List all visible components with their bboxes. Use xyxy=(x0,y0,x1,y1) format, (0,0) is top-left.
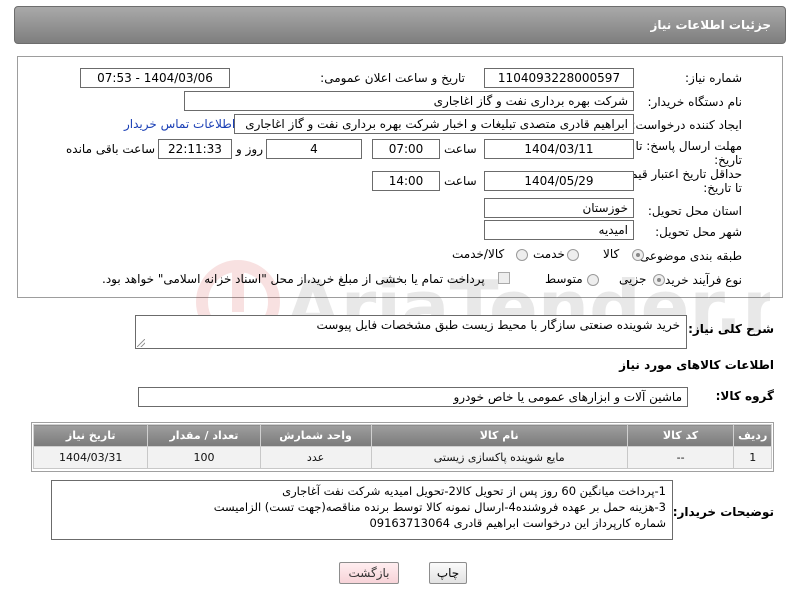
price-validity-time-field[interactable]: 14:00 xyxy=(372,171,440,191)
table-header-row: ردیف کد کالا نام کالا واحد شمارش تعداد /… xyxy=(32,424,772,447)
description-textarea[interactable]: خرید شوینده صنعتی سازگار با محیط زیست طب… xyxy=(135,315,687,349)
need-number-label: شماره نیاز: xyxy=(685,71,742,85)
category-radio-goods-service[interactable] xyxy=(516,249,528,261)
col-row-header: ردیف xyxy=(733,424,772,447)
process-radio-medium[interactable] xyxy=(587,274,599,286)
reply-time-field[interactable]: 07:00 xyxy=(372,139,440,159)
price-validity-date-field[interactable]: 1404/05/29 xyxy=(484,171,634,191)
buyer-notes-line-1: 1-پرداخت میانگین 60 روز پس از تحویل کالا… xyxy=(282,484,666,498)
process-radio-minor[interactable] xyxy=(653,274,665,286)
category-option-service: خدمت xyxy=(533,247,565,261)
buyer-notes-textarea[interactable]: 1-پرداخت میانگین 60 روز پس از تحویل کالا… xyxy=(51,480,673,540)
category-radio-service[interactable] xyxy=(567,249,579,261)
province-field[interactable]: خوزستان xyxy=(484,198,634,218)
table-row[interactable]: 1 -- مایع شوینده پاکسازی زیستی عدد 100 1… xyxy=(32,446,772,469)
buyer-notes-line-3: شماره کارپرداز این درخواست ابراهیم قادری… xyxy=(369,516,666,530)
announce-datetime-label: تاریخ و ساعت اعلان عمومی: xyxy=(320,71,465,85)
cell-code: -- xyxy=(626,446,735,469)
page-header: جزئیات اطلاعات نیاز xyxy=(14,6,786,44)
treasury-payment-note: پرداخت تمام یا بخشی از مبلغ خرید،از محل … xyxy=(102,272,485,286)
buyer-org-field[interactable]: شرکت بهره برداری نفت و گاز اغاجاری xyxy=(184,91,634,111)
reply-days-label: روز و xyxy=(236,142,263,156)
goods-group-label: گروه کالا: xyxy=(715,389,774,403)
price-validity-label-2: تا تاریخ: xyxy=(703,181,742,195)
page-title: جزئیات اطلاعات نیاز xyxy=(650,18,771,32)
goods-group-field[interactable]: ماشین آلات و ابزارهای عمومی یا خاص خودرو xyxy=(138,387,688,407)
category-radio-goods[interactable] xyxy=(632,249,644,261)
buyer-notes-label: توضیحات خریدار: xyxy=(672,505,774,519)
category-option-goods-service: کالا/خدمت xyxy=(452,247,505,261)
col-unit-header: واحد شمارش xyxy=(259,424,372,447)
col-code-header: کد کالا xyxy=(626,424,735,447)
price-validity-time-label: ساعت xyxy=(444,174,477,188)
goods-info-title: اطلاعات کالاهای مورد نیاز xyxy=(619,358,774,372)
price-validity-label-1: حداقل تاریخ اعتبار قیمت: xyxy=(615,167,742,181)
announce-datetime-field[interactable]: 1404/03/06 - 07:53 xyxy=(80,68,230,88)
requester-field[interactable]: ابراهیم قادری متصدی تبلیغات و اخبار شرکت… xyxy=(234,114,634,134)
province-label: استان محل تحویل: xyxy=(647,204,742,218)
cell-name: مایع شوینده پاکسازی زیستی xyxy=(370,446,628,469)
buyer-org-label: نام دستگاه خریدار: xyxy=(647,95,743,109)
col-qty-header: تعداد / مقدار xyxy=(147,424,261,447)
buyer-contact-link[interactable]: اطلاعات تماس خریدار xyxy=(124,117,235,131)
reply-deadline-label-1: مهلت ارسال پاسخ: تا xyxy=(635,139,742,153)
requester-label: ایجاد کننده درخواست: xyxy=(631,118,742,132)
reply-date-field[interactable]: 1404/03/11 xyxy=(484,139,634,159)
description-label: شرح کلی نیاز: xyxy=(688,322,774,336)
description-text: خرید شوینده صنعتی سازگار با محیط زیست طب… xyxy=(316,318,680,332)
category-label: طبقه بندی موضوعی: xyxy=(635,249,742,263)
back-button[interactable]: بازگشت xyxy=(339,562,399,584)
cell-qty: 100 xyxy=(147,446,261,469)
col-date-header: تاریخ نیاز xyxy=(32,424,149,447)
treasury-payment-checkbox[interactable] xyxy=(498,272,510,284)
category-option-goods: کالا xyxy=(603,247,620,261)
remaining-time-field[interactable]: 22:11:33 xyxy=(158,139,232,159)
process-label: نوع فرآیند خرید : xyxy=(657,273,742,287)
process-option-medium: متوسط xyxy=(545,272,583,286)
cell-row: 1 xyxy=(733,446,772,469)
cell-unit: عدد xyxy=(259,446,372,469)
reply-days-field[interactable]: 4 xyxy=(266,139,362,159)
print-button[interactable]: چاپ xyxy=(429,562,467,584)
goods-table: ردیف کد کالا نام کالا واحد شمارش تعداد /… xyxy=(32,424,772,469)
city-label: شهر محل تحویل: xyxy=(655,225,742,239)
buyer-notes-line-2: 3-هزینه حمل بر عهده فروشنده4-ارسال نمونه… xyxy=(213,500,666,514)
city-field[interactable]: امیدیه xyxy=(484,220,634,240)
reply-time-label: ساعت xyxy=(444,142,477,156)
resize-grip-icon[interactable] xyxy=(137,339,145,347)
need-number-field[interactable]: 1104093228000597 xyxy=(484,68,634,88)
reply-deadline-label-2: تاریخ: xyxy=(714,153,742,167)
process-option-minor: جزیی xyxy=(619,272,647,286)
remaining-time-label: ساعت باقی مانده xyxy=(66,142,156,156)
cell-date: 1404/03/31 xyxy=(32,446,149,469)
col-name-header: نام کالا xyxy=(370,424,628,447)
